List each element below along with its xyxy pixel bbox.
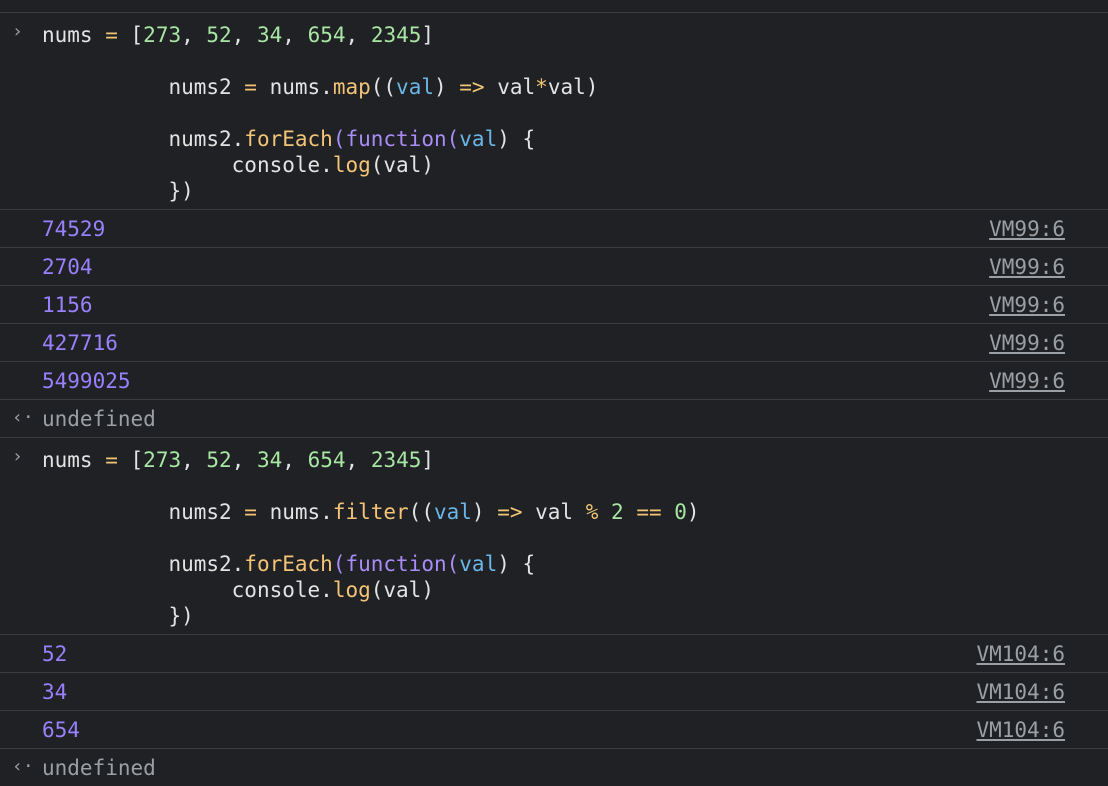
source-link[interactable]: VM99:6 (989, 216, 1065, 242)
code-line: nums2.forEach(function(val) { (168, 552, 536, 576)
devtools-console: › nums = [273, 52, 34, 654, 2345] nums2 … (0, 0, 1108, 786)
code-line: nums = [273, 52, 34, 654, 2345] (42, 448, 435, 472)
log-value: 74529 (42, 217, 106, 241)
previous-entry-remnant (0, 0, 1108, 12)
console-log-row: 1156 VM99:6 (0, 285, 1108, 323)
result-arrow-icon: ‹· (12, 407, 34, 428)
console-result-row: ‹· undefined (0, 748, 1108, 786)
prompt-chevron-icon: › (12, 446, 23, 467)
log-value: 654 (42, 718, 80, 742)
result-arrow-icon: ‹· (12, 756, 34, 777)
code-line: nums2 = nums.filter((val) => val % 2 == … (168, 500, 700, 524)
console-log-row: 654 VM104:6 (0, 710, 1108, 748)
source-link[interactable]: VM104:6 (976, 717, 1065, 743)
console-log-row: 5499025 VM99:6 (0, 361, 1108, 399)
console-log-row: 74529 VM99:6 (0, 209, 1108, 247)
console-input-entry[interactable]: › nums = [273, 52, 34, 654, 2345] nums2 … (0, 12, 1108, 209)
console-result-row: ‹· undefined (0, 399, 1108, 437)
source-link[interactable]: VM99:6 (989, 292, 1065, 318)
code-line: nums2.forEach(function(val) { (168, 127, 536, 151)
code-line: }) (168, 179, 194, 203)
result-value[interactable]: undefined (42, 406, 156, 432)
log-value: 427716 (42, 331, 118, 355)
source-link[interactable]: VM99:6 (989, 368, 1065, 394)
source-link[interactable]: VM104:6 (976, 641, 1065, 667)
prompt-chevron-icon: › (12, 21, 23, 42)
console-input-entry[interactable]: › nums = [273, 52, 34, 654, 2345] nums2 … (0, 437, 1108, 634)
result-value[interactable]: undefined (42, 755, 156, 781)
log-value: 34 (42, 680, 68, 704)
console-log-row: 52 VM104:6 (0, 634, 1108, 672)
log-value: 2704 (42, 255, 93, 279)
code-line: console.log(val) (231, 153, 434, 177)
code-line: nums2 = nums.map((val) => val*val) (168, 75, 599, 99)
log-value: 52 (42, 642, 68, 666)
source-link[interactable]: VM104:6 (976, 679, 1065, 705)
console-log-row: 427716 VM99:6 (0, 323, 1108, 361)
log-value: 5499025 (42, 369, 131, 393)
log-value: 1156 (42, 293, 93, 317)
console-log-row: 34 VM104:6 (0, 672, 1108, 710)
code-line: console.log(val) (231, 578, 434, 602)
source-link[interactable]: VM99:6 (989, 254, 1065, 280)
code-line: nums = [273, 52, 34, 654, 2345] (42, 23, 435, 47)
source-link[interactable]: VM99:6 (989, 330, 1065, 356)
code-line: }) (168, 604, 194, 628)
console-log-row: 2704 VM99:6 (0, 247, 1108, 285)
